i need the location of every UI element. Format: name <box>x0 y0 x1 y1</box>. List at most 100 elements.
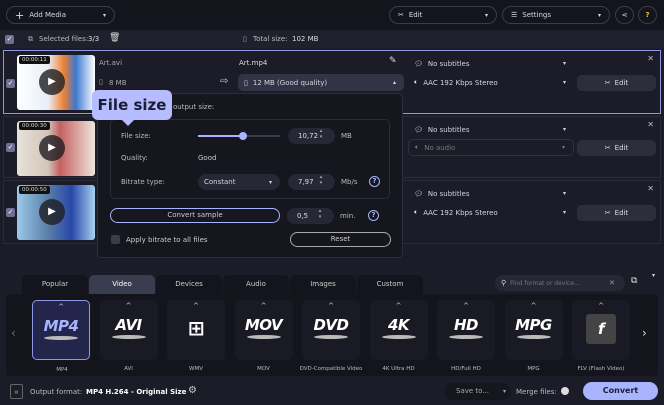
edit-dropdown[interactable]: ✂ Edit ▾ <box>389 6 497 24</box>
total-size-value: 102 MB <box>292 35 319 43</box>
slider-handle[interactable] <box>239 132 248 140</box>
close-icon[interactable]: ✕ <box>647 54 654 63</box>
subtitles-label: No subtitles <box>427 189 470 198</box>
format-tile-mp4[interactable]: ^ MP4 MP4 <box>32 300 90 373</box>
scroll-left-icon[interactable]: ‹ <box>11 326 16 340</box>
output-size-label: 12 MB (Good quality) <box>252 78 328 87</box>
disc-icon <box>449 335 483 339</box>
format-logo: MPG <box>515 316 552 334</box>
sample-duration-input[interactable]: 0,5 <box>287 208 334 224</box>
duration-badge: 00:00:50 <box>19 186 50 194</box>
close-icon[interactable]: ✕ <box>647 120 654 129</box>
file-checkbox[interactable]: ✓ <box>6 208 15 217</box>
audio-dropdown[interactable]: 🔈︎ No audio ▾ <box>408 139 574 156</box>
gear-icon[interactable]: ⚙ <box>188 385 197 396</box>
convert-button[interactable]: Convert <box>583 382 658 400</box>
help-icon[interactable]: ? <box>368 210 379 221</box>
subtitles-label: No subtitles <box>427 59 470 68</box>
speaker-icon: 🔈︎ <box>414 208 419 216</box>
edit-button[interactable]: ✂ Edit <box>577 205 656 221</box>
format-tile-flv-flash-video-[interactable]: ^ f FLV (Flash Video) <box>572 300 630 372</box>
settings-dropdown[interactable]: ☰ Settings ▾ <box>502 6 610 24</box>
format-tile-hd-full-hd[interactable]: ^ HD HD/Full HD <box>437 300 495 372</box>
tab-images[interactable]: Images <box>290 275 356 294</box>
merge-files-toggle[interactable] <box>561 387 569 395</box>
format-tile-wmv[interactable]: ^ ⊞ WMV <box>167 300 225 372</box>
add-preset-icon[interactable]: ⧉ <box>631 276 637 286</box>
top-toolbar: + Add Media ▾ ✂ Edit ▾ ☰ Settings ▾ ⋖ ? <box>0 0 664 30</box>
help-button[interactable]: ? <box>638 6 657 24</box>
chevron-up-icon: ^ <box>125 302 132 310</box>
flash-logo-icon: f <box>586 314 616 344</box>
format-tile-mov[interactable]: ^ MOV MOV <box>234 300 293 372</box>
output-format-label: Output format: <box>30 388 83 396</box>
scroll-right-icon[interactable]: › <box>642 326 647 340</box>
edit-label: Edit <box>614 209 629 217</box>
source-filename: Art.avi <box>99 59 123 67</box>
chevron-down-icon: ▾ <box>484 11 488 19</box>
output-filename[interactable]: Art.mp4 <box>239 59 267 67</box>
speech-bubble-icon: 💬︎ <box>414 59 423 68</box>
file-checkbox[interactable]: ✓ <box>6 79 15 88</box>
close-icon[interactable]: ✕ <box>647 184 654 193</box>
format-tile-mpg[interactable]: ^ MPG MPG <box>504 300 563 372</box>
speech-bubble-icon: 💬︎ <box>414 189 423 198</box>
video-thumbnail[interactable]: 00:00:11 ▶ <box>17 55 95 110</box>
format-tile-avi[interactable]: ^ AVI AVI <box>99 300 158 372</box>
bitrate-input[interactable]: 7,97 <box>288 174 335 190</box>
plus-icon: + <box>15 8 25 22</box>
tab-devices[interactable]: Devices <box>156 275 222 294</box>
output-size-dropdown[interactable]: ▯ 12 MB (Good quality) ▴ <box>238 74 404 91</box>
apply-all-checkbox[interactable] <box>111 235 120 244</box>
subtitles-dropdown[interactable]: 💬︎ No subtitles ▾ <box>408 185 574 202</box>
edit-button[interactable]: ✂ Edit <box>577 75 656 91</box>
settings-group: File size: 10,72 MB Quality: Good Bitrat… <box>110 119 390 199</box>
format-search[interactable]: ⚲ ✕ <box>495 275 625 291</box>
tab-popular[interactable]: Popular <box>22 275 88 294</box>
video-thumbnail[interactable]: 00:00:50 ▶ <box>17 185 95 240</box>
tab-custom[interactable]: Custom <box>357 275 423 294</box>
format-tile-4k-ultra-hd[interactable]: ^ 4K 4K Ultra HD <box>369 300 428 372</box>
audio-dropdown[interactable]: 🔈︎ AAC 192 Kbps Stereo ▾ <box>408 204 574 221</box>
selected-files-value: 3/3 <box>88 35 100 43</box>
settings-label: Settings <box>522 11 551 19</box>
add-media-button[interactable]: + Add Media ▾ <box>6 6 115 24</box>
collapse-chevron-icon[interactable]: ▾ <box>652 272 655 279</box>
clear-icon[interactable]: ✕ <box>609 279 615 287</box>
help-icon[interactable]: ? <box>369 176 380 187</box>
total-size-label: Total size: <box>253 35 288 43</box>
tab-video[interactable]: Video <box>89 275 155 294</box>
tab-audio[interactable]: Audio <box>223 275 289 294</box>
reset-button[interactable]: Reset <box>290 232 391 247</box>
file-size-input[interactable]: 10,72 <box>288 128 335 144</box>
audio-dropdown[interactable]: 🔈︎ AAC 192 Kbps Stereo ▾ <box>408 74 574 91</box>
subtitles-dropdown[interactable]: 💬︎ No subtitles ▾ <box>408 55 574 72</box>
bitrate-type-dropdown[interactable]: Constant ▾ <box>198 174 280 190</box>
video-thumbnail[interactable]: 00:00:30 ▶ <box>17 121 95 176</box>
bitrate-unit: Mb/s <box>341 178 358 186</box>
play-icon[interactable]: ▶ <box>39 199 65 225</box>
convert-sample-button[interactable]: Convert sample <box>110 208 280 223</box>
speaker-icon: 🔈︎ <box>414 78 419 86</box>
disc-icon <box>314 335 348 339</box>
play-icon[interactable]: ▶ <box>39 69 65 95</box>
format-search-input[interactable] <box>510 279 606 287</box>
rename-pencil-icon[interactable]: ✎ <box>389 56 397 66</box>
edit-button[interactable]: ✂ Edit <box>577 140 656 156</box>
format-tile-dvd-compatible-video[interactable]: ^ DVD DVD-Compatible Video <box>300 300 362 372</box>
disc-icon <box>246 335 281 339</box>
file-checkbox[interactable]: ✓ <box>6 143 15 152</box>
subtitles-dropdown[interactable]: 💬︎ No subtitles ▾ <box>408 121 574 138</box>
share-button[interactable]: ⋖ <box>615 6 634 24</box>
chevron-up-icon: ^ <box>530 302 537 310</box>
trash-icon[interactable]: 🗑 <box>109 33 120 43</box>
play-icon[interactable]: ▶ <box>39 135 65 161</box>
save-to-dropdown[interactable]: Save to... ▾ <box>444 383 511 400</box>
format-logo: AVI <box>115 316 142 334</box>
format-logo: 4K <box>387 316 410 334</box>
file-icon: ▯ <box>244 78 248 87</box>
quality-label: Quality: <box>121 154 148 162</box>
select-all-checkbox[interactable]: ✓ <box>5 35 14 44</box>
file-size-slider[interactable] <box>198 132 280 140</box>
edit-label: Edit <box>614 144 629 152</box>
